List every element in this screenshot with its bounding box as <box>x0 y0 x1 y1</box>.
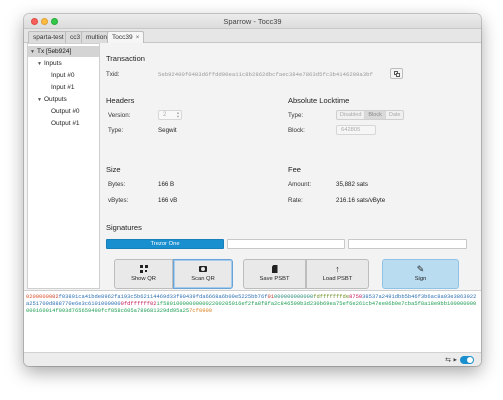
window-title: Sparrow - Tocc39 <box>223 17 282 26</box>
signature-slot-2 <box>227 239 345 249</box>
save-psbt-button[interactable]: Save PSBT <box>243 259 306 289</box>
expand-triangle-icon[interactable]: ▼ <box>37 59 44 70</box>
type-label: Type: <box>108 127 124 134</box>
sd-card-icon <box>271 265 279 273</box>
hex-version: 02000000 <box>26 293 53 300</box>
sign-button[interactable]: ✎ Sign <box>382 259 459 289</box>
app-window: Sparrow - Tocc39 sparta-test cc3 multion… <box>24 14 481 366</box>
status-bar: ⇆ ▶ <box>24 352 481 366</box>
bytes-label: Bytes: <box>108 181 126 188</box>
tree-item-output-1[interactable]: Output #1 <box>51 118 80 129</box>
hex-count: fde <box>339 293 350 300</box>
fee-rate-label: Rate: <box>288 197 303 204</box>
copy-txid-button[interactable] <box>390 68 403 79</box>
bytes-value: 166 B <box>158 181 175 188</box>
block-height-field[interactable]: 642805 <box>336 125 376 135</box>
hex-sequence: fdffffff <box>313 293 340 300</box>
hex-script: 000000000000 <box>274 293 314 300</box>
tree-item-input-0[interactable]: Input #0 <box>51 70 75 81</box>
camera-icon <box>199 265 207 273</box>
size-section-title: Size <box>106 165 121 174</box>
locktime-section-title: Absolute Locktime <box>288 96 350 105</box>
pen-icon: ✎ <box>416 264 425 274</box>
tab-tocc39[interactable]: Tocc39 × <box>107 31 145 43</box>
tree-item-outputs[interactable]: ▼ Outputs <box>37 94 67 105</box>
locktime-block-option[interactable]: Block <box>365 111 386 119</box>
type-value: Segwit <box>158 127 177 134</box>
title-bar: Sparrow - Tocc39 <box>24 14 481 29</box>
load-psbt-button[interactable]: ↑ Load PSBT <box>306 259 369 289</box>
locktime-disabled-option[interactable]: Disabled <box>337 111 366 119</box>
usb-icon[interactable]: ⇆ <box>445 356 451 364</box>
wallet-tab-bar: sparta-test cc3 multione Tocc39 × <box>24 29 481 43</box>
online-toggle[interactable] <box>460 356 474 364</box>
tab-close-icon[interactable]: × <box>136 34 140 41</box>
txid-label: Txid: <box>106 71 120 78</box>
arrow-up-icon: ↑ <box>335 264 340 274</box>
tree-item-tx[interactable]: ▼ Tx [5eb924] <box>28 46 99 57</box>
tree-item-output-0[interactable]: Output #0 <box>51 106 80 117</box>
transaction-section-title: Transaction <box>106 54 145 63</box>
signatures-section-title: Signatures <box>106 223 142 232</box>
fee-rate-value: 216.16 sats/vByte <box>336 197 386 204</box>
vbytes-label: vBytes: <box>108 197 129 204</box>
transaction-tree: ▼ Tx [5eb924] ▼ Inputs Input #0 Input #1 ▼… <box>27 43 100 289</box>
vbytes-value: 166 vB <box>158 197 178 204</box>
version-label: Version: <box>108 112 131 119</box>
qr-code-icon <box>139 265 148 273</box>
scan-qr-button[interactable]: Scan QR <box>173 259 233 289</box>
block-label: Block: <box>288 127 305 134</box>
tree-item-inputs[interactable]: ▼ Inputs <box>37 58 62 69</box>
hex-input-txid: f03801ca41bde8962fa193c5b62114469d33f904… <box>58 293 268 300</box>
transaction-detail-panel: Transaction Txid: 5eb92400f0483d6ffdd00e… <box>102 43 481 289</box>
show-qr-button[interactable]: Show QR <box>114 259 173 289</box>
tree-item-input-1[interactable]: Input #1 <box>51 82 75 93</box>
locktime-type-label: Type: <box>288 112 304 119</box>
spinner-arrows-icon[interactable]: ▲ ▼ <box>176 111 180 119</box>
fee-amount-label: Amount: <box>288 181 312 188</box>
signature-slot-3 <box>348 239 467 249</box>
locktime-date-option[interactable]: Date <box>386 111 404 119</box>
expand-triangle-icon[interactable]: ▼ <box>30 47 37 58</box>
txid-value[interactable]: 5eb92400f0483d6ffdd00ea11c8b2862dbcfaec3… <box>158 71 373 78</box>
headers-section-title: Headers <box>106 96 135 105</box>
raw-transaction-hex[interactable]: 0200000002f03801ca41bde8962fa193c5b62114… <box>24 290 481 352</box>
version-spinner[interactable]: 2 ▲ ▼ <box>158 110 182 120</box>
hex-value-1: 8750 <box>349 293 363 300</box>
locktime-type-selector[interactable]: Disabled Block Date <box>336 110 405 120</box>
expand-triangle-icon[interactable]: ▼ <box>37 95 44 106</box>
fee-amount-value: 35,882 sats <box>336 181 368 188</box>
signature-slot-1: Trezor One <box>106 239 224 249</box>
hex-value-2: 0fdffffff02 <box>120 300 157 308</box>
tab-sparta-test[interactable]: sparta-test <box>28 31 69 43</box>
usb-menu-caret-icon[interactable]: ▶ <box>454 357 457 363</box>
hex-locktime: 7cf0900 <box>189 307 212 315</box>
fee-section-title: Fee <box>288 165 301 174</box>
